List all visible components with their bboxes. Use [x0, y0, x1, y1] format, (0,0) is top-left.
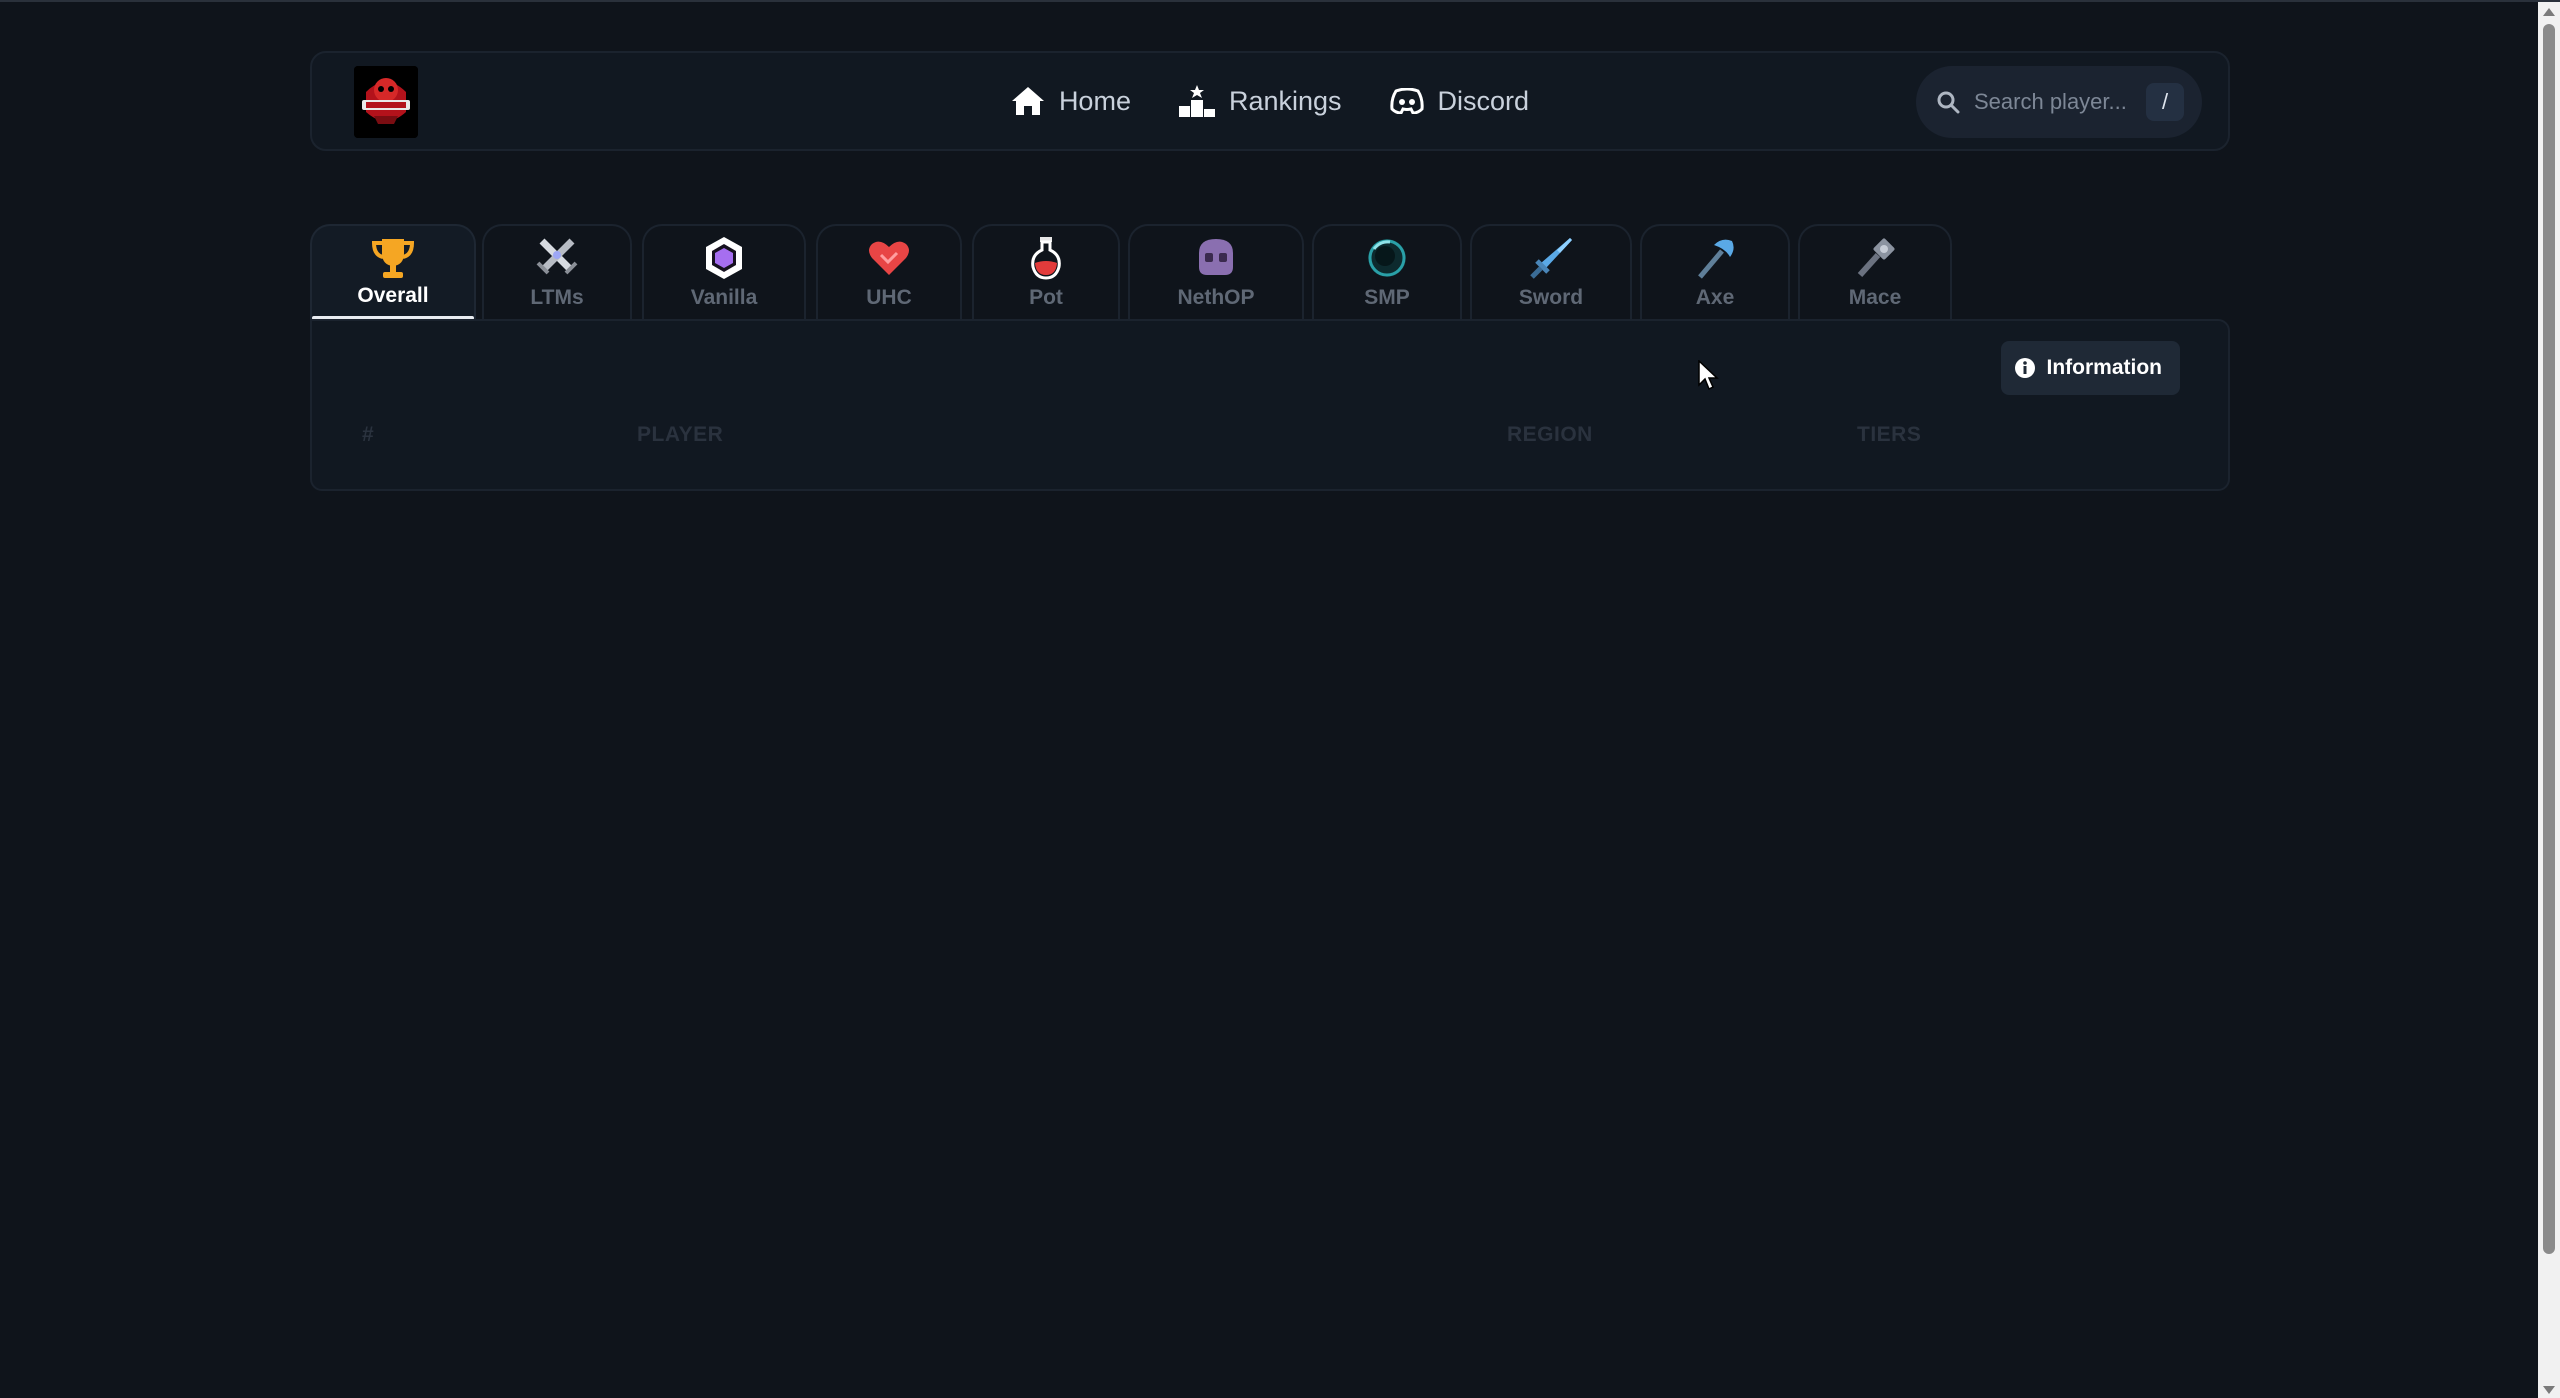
mace-icon: [1857, 238, 1895, 278]
tab-overall[interactable]: Overall: [310, 224, 476, 320]
axe-icon: [1698, 239, 1734, 279]
tab-sword[interactable]: Sword: [1470, 224, 1632, 320]
page: Home Rankings Discord Search player... /…: [0, 0, 2560, 1398]
page-scrollbar[interactable]: [2538, 2, 2560, 1398]
column-header-region: REGION: [1507, 423, 1593, 446]
tab-smp[interactable]: SMP: [1312, 224, 1462, 320]
tab-ltms-label: LTMs: [530, 286, 584, 309]
discord-icon: [1389, 88, 1424, 114]
leaderboard-panel: Information # PLAYER REGION TIERS: [310, 319, 2230, 491]
tab-sword-label: Sword: [1518, 286, 1584, 309]
nav-rankings-label: Rankings: [1228, 85, 1342, 116]
information-button-label: Information: [2046, 356, 2163, 379]
scroll-down-arrow-icon[interactable]: [2543, 1386, 2555, 1394]
crossed-swords-icon: [536, 238, 578, 275]
navbar: Home Rankings Discord Search player... /: [310, 51, 2230, 151]
column-header-rank: #: [362, 423, 375, 446]
trophy-icon: [371, 239, 415, 278]
tab-uhc[interactable]: UHC: [816, 224, 962, 320]
ender-pearl-icon: [1368, 239, 1406, 277]
nav-discord-label: Discord: [1437, 85, 1530, 116]
tab-ltms[interactable]: LTMs: [482, 224, 632, 320]
skull-icon: [1199, 239, 1233, 275]
crystal-icon: [706, 237, 742, 279]
tab-nethop[interactable]: NethOP: [1128, 224, 1304, 320]
tab-pot-label: Pot: [1029, 286, 1063, 309]
podium-icon: [1178, 85, 1215, 117]
information-button[interactable]: Information: [2000, 341, 2180, 395]
mouse-cursor-icon: [1698, 360, 1719, 391]
scroll-up-arrow-icon[interactable]: [2543, 8, 2555, 16]
search-input[interactable]: [1972, 88, 2146, 116]
tab-uhc-label: UHC: [866, 286, 912, 309]
deathroyal-logo-icon: [354, 66, 418, 138]
nav-discord[interactable]: Discord: [1389, 85, 1530, 117]
home-icon: [1011, 87, 1044, 115]
tab-pot[interactable]: Pot: [972, 224, 1120, 320]
scrollbar-thumb[interactable]: [2543, 24, 2555, 1254]
tab-smp-label: SMP: [1364, 286, 1410, 309]
tab-vanilla-label: Vanilla: [690, 286, 758, 309]
tab-vanilla[interactable]: Vanilla: [642, 224, 806, 320]
heart-icon: [869, 241, 909, 275]
column-header-tiers: TIERS: [1857, 423, 1922, 446]
nav-rankings[interactable]: Rankings: [1178, 85, 1342, 117]
nav-home[interactable]: Home: [1011, 86, 1131, 117]
info-icon: [2014, 358, 2035, 378]
tab-mace[interactable]: Mace: [1798, 224, 1952, 320]
search-icon: [1937, 91, 1960, 114]
tab-axe-label: Axe: [1695, 286, 1735, 309]
column-header-player: PLAYER: [637, 423, 724, 446]
nav-home-label: Home: [1058, 85, 1131, 116]
tab-nethop-label: NethOP: [1177, 286, 1255, 309]
potion-icon: [1031, 237, 1061, 280]
sword-icon: [1530, 238, 1572, 279]
site-logo[interactable]: [354, 66, 418, 138]
search-shortcut-key: /: [2146, 83, 2184, 121]
search-bar: /: [1916, 66, 2202, 138]
tab-overall-label: Overall: [357, 284, 429, 307]
tab-mace-label: Mace: [1848, 286, 1902, 309]
tab-axe[interactable]: Axe: [1640, 224, 1790, 320]
